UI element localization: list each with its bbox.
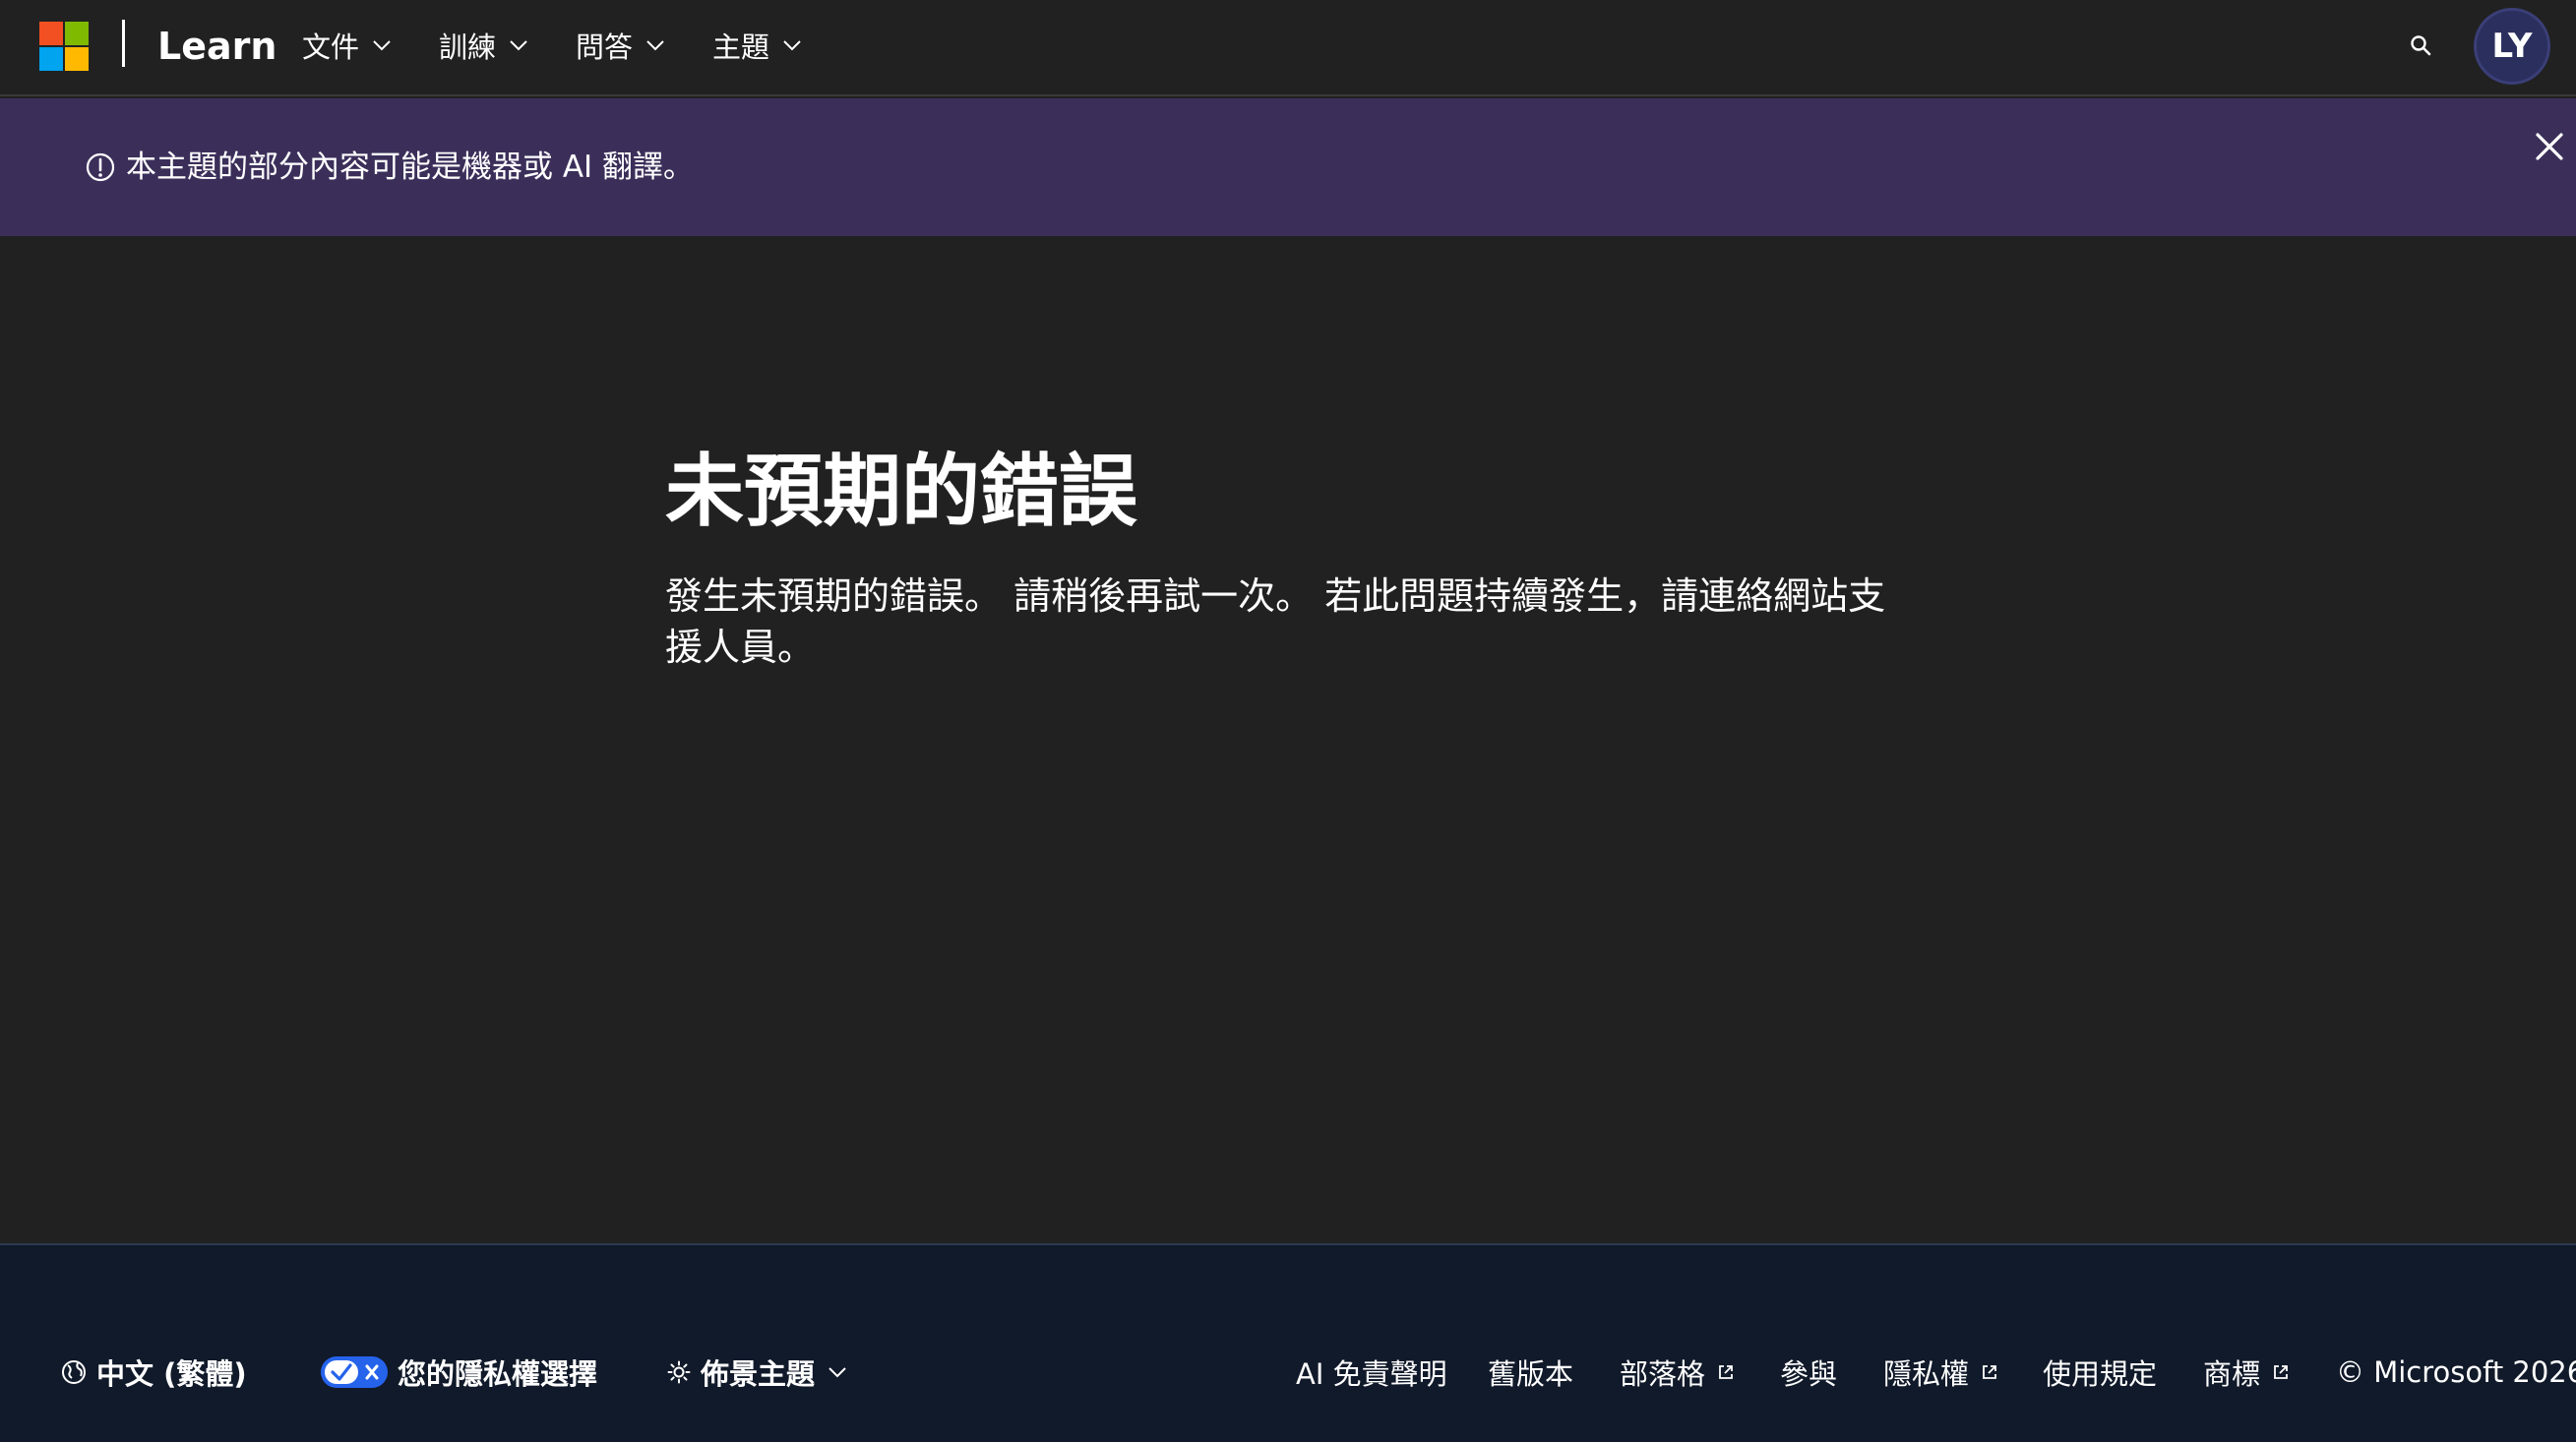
external-link-icon [1719, 1365, 1733, 1379]
brand-divider [122, 20, 125, 67]
nav-training[interactable]: 訓練 [439, 24, 531, 67]
nav-qna[interactable]: 問答 [576, 24, 668, 67]
nav-label: 主題 [712, 30, 770, 64]
user-avatar[interactable]: LY [2474, 8, 2550, 85]
page-title: 未預期的錯誤 [665, 446, 1137, 537]
info-circle-icon [86, 152, 115, 182]
copyright-text: © Microsoft 2026 [2336, 1355, 2576, 1389]
search-button[interactable] [2403, 28, 2438, 63]
learn-brand-link[interactable]: Learn [157, 22, 276, 71]
privacy-check-icon [331, 1363, 379, 1381]
privacy-toggle-icon [321, 1356, 388, 1388]
nav-label: 文件 [302, 30, 360, 64]
search-icon [2411, 35, 2431, 56]
language-label: 中文 (繁體) [96, 1357, 247, 1391]
privacy-label: 您的隱私權選擇 [398, 1357, 598, 1391]
nav-topics[interactable]: 主題 [712, 24, 805, 67]
sun-icon [667, 1360, 691, 1384]
footer-link-privacy[interactable]: 隱私權 [1883, 1352, 1998, 1393]
footer-link-previous-versions[interactable]: 舊版本 [1488, 1352, 1573, 1393]
chevron-down-icon [510, 40, 527, 51]
nav-documentation[interactable]: 文件 [302, 24, 395, 67]
theme-label: 佈景主題 [701, 1357, 816, 1391]
chevron-down-icon [646, 40, 664, 51]
footer-link-blog[interactable]: 部落格 [1620, 1352, 1735, 1393]
top-navigation-bar: Learn 文件 訓練 問答 主題 LY [0, 0, 2576, 96]
footer-link-ai-disclaimer[interactable]: AI 免責聲明 [1296, 1352, 1447, 1393]
close-icon[interactable] [2533, 130, 2566, 163]
privacy-choices-link[interactable]: 您的隱私權選擇 [321, 1352, 597, 1393]
external-link-icon [2274, 1365, 2288, 1379]
chevron-down-icon [828, 1367, 846, 1378]
error-description: 發生未預期的錯誤。 請稍後再試一次。 若此問題持續發生，請連絡網站支援人員。 [665, 574, 1886, 669]
footer-link-trademarks[interactable]: 商標 [2203, 1352, 2290, 1393]
footer-link-contribute[interactable]: 參與 [1780, 1352, 1837, 1393]
nav-label: 訓練 [439, 30, 497, 64]
nav-label: 問答 [576, 30, 634, 64]
globe-icon [62, 1360, 86, 1384]
page-footer [0, 1243, 2576, 1442]
microsoft-logo[interactable] [39, 22, 89, 71]
chevron-down-icon [373, 40, 391, 51]
chevron-down-icon [783, 40, 801, 51]
external-link-icon [1983, 1365, 1996, 1379]
language-selector[interactable]: 中文 (繁體) [61, 1352, 247, 1393]
footer-link-terms-of-use[interactable]: 使用規定 [2043, 1352, 2157, 1393]
banner-message: 本主題的部分內容可能是機器或 AI 翻譯。 [126, 150, 695, 185]
theme-selector[interactable]: 佈景主題 [667, 1352, 850, 1393]
